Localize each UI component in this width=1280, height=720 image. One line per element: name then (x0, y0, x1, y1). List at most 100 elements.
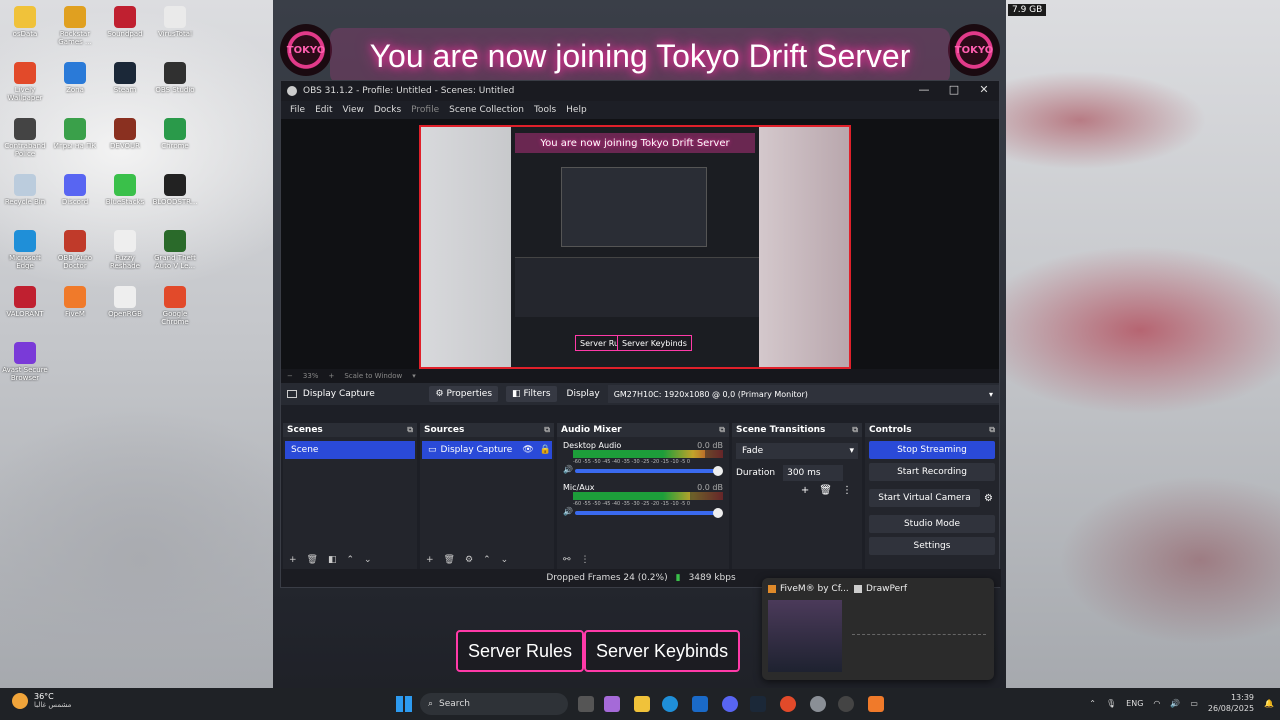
transition-select[interactable]: Fade ▾ (736, 443, 858, 459)
desktop-icon[interactable]: Zona (50, 62, 100, 102)
undock-icon[interactable]: ⧉ (719, 425, 725, 435)
minimize-button[interactable]: — (909, 83, 939, 99)
studio-mode-button[interactable]: Studio Mode (869, 515, 995, 533)
filters-button[interactable]: ◧ Filters (506, 386, 557, 402)
notification-icon[interactable]: 🔔 (1264, 699, 1274, 708)
desktop-icon[interactable]: BlueStacks (100, 174, 150, 214)
thumb-preview[interactable] (768, 600, 842, 672)
volume-slider[interactable] (575, 466, 723, 476)
desktop-icon[interactable]: Chrome (150, 118, 200, 158)
edge-icon[interactable] (662, 696, 678, 712)
thumb-title-2[interactable]: DrawPerf (854, 584, 907, 594)
desktop-icon[interactable]: osData (0, 6, 50, 46)
desktop-icon[interactable]: Rockstar Games ... (50, 6, 100, 46)
desktop-icon[interactable]: Google Chrome (150, 286, 200, 326)
search-box[interactable]: ⌕ Search (420, 693, 568, 715)
speaker-icon[interactable]: 🔊 (563, 507, 573, 516)
preview-canvas[interactable]: You are now joining Tokyo Drift Server S… (419, 125, 851, 369)
desktop-icon[interactable]: Microsoft Edge (0, 230, 50, 270)
preview-area[interactable]: You are now joining Tokyo Drift Server S… (281, 119, 999, 369)
desktop-icon[interactable]: FiveM (50, 286, 100, 326)
duration-input[interactable]: 300 ms (783, 465, 844, 481)
trash-icon[interactable]: 🗑 (307, 555, 318, 565)
desktop-icon[interactable]: OBD Auto Doctor (50, 230, 100, 270)
source-item[interactable]: ▭ Display Capture 👁 🔒 (422, 441, 552, 459)
task-view-icon[interactable] (578, 696, 594, 712)
desktop-icon[interactable]: Grand Theft Auto V Le... (150, 230, 200, 270)
properties-button[interactable]: ⚙ Properties (429, 386, 499, 402)
speaker-icon[interactable]: 🔊 (563, 465, 573, 474)
scale-to-window[interactable]: Scale to Window (344, 372, 402, 380)
server-rules-button[interactable]: Server Rules (456, 630, 585, 672)
desktop-icon[interactable]: VirusTotal (150, 6, 200, 46)
menu-item-view[interactable]: View (343, 105, 364, 115)
menu-item-help[interactable]: Help (566, 105, 587, 115)
desktop-icon[interactable]: Steam (100, 62, 150, 102)
stop-streaming-button[interactable]: Stop Streaming (869, 441, 995, 459)
arrow-down-icon[interactable]: ⌄ (501, 555, 509, 565)
server-keybinds-button[interactable]: Server Keybinds (584, 630, 741, 672)
lock-icon[interactable]: 🔒 (540, 445, 551, 455)
volume-slider[interactable] (575, 508, 723, 518)
desktop-icon[interactable]: Contraband Police (0, 118, 50, 158)
menu-item-edit[interactable]: Edit (315, 105, 332, 115)
desktop-icon[interactable]: Fuzzy Reshade 2025 (100, 230, 150, 270)
link-icon[interactable]: ⚯ (563, 555, 571, 565)
desktop-icon[interactable]: BLOODSTR... (150, 174, 200, 214)
settings-icon[interactable] (810, 696, 826, 712)
desktop-icon[interactable]: Игры на ПК (50, 118, 100, 158)
discord-icon[interactable] (722, 696, 738, 712)
menu-item-docks[interactable]: Docks (374, 105, 401, 115)
steam-icon[interactable] (750, 696, 766, 712)
taskbar-thumbnail[interactable]: FiveM® by Cf... DrawPerf (762, 578, 994, 680)
clock[interactable]: 13:39 26/08/2025 (1208, 692, 1254, 714)
add-scene-icon[interactable]: + (289, 555, 297, 565)
menu-item-profile[interactable]: Profile (411, 105, 439, 115)
chrome-icon[interactable] (780, 696, 796, 712)
fivem-taskbar-icon[interactable] (868, 696, 884, 712)
wifi-icon[interactable]: ◠ (1153, 699, 1160, 708)
obs-titlebar[interactable]: OBS 31.1.2 - Profile: Untitled - Scenes:… (281, 81, 999, 101)
battery-icon[interactable]: ▭ (1190, 699, 1198, 708)
filter-icon[interactable]: ◧ (328, 555, 337, 565)
thumb-preview-2[interactable] (852, 634, 986, 638)
undock-icon[interactable]: ⧉ (544, 425, 550, 435)
desktop-icon[interactable]: DEVOUR (100, 118, 150, 158)
start-virtual-camera-button[interactable]: Start Virtual Camera (869, 489, 981, 507)
desktop-icon[interactable]: Lively Wallpaper (0, 62, 50, 102)
outlook-icon[interactable] (692, 696, 708, 712)
trash-icon[interactable]: 🗑 (819, 485, 832, 496)
arrow-up-icon[interactable]: ⌃ (347, 555, 355, 565)
desktop-icon[interactable]: Recycle Bin (0, 174, 50, 214)
gear-icon[interactable]: ⚙ (984, 493, 993, 504)
copilot-icon[interactable] (604, 696, 620, 712)
add-source-icon[interactable]: + (426, 555, 434, 565)
zoom-dropdown-icon[interactable]: ▾ (412, 372, 416, 380)
maximize-button[interactable]: □ (939, 83, 969, 99)
language-indicator[interactable]: ENG (1126, 699, 1143, 708)
obs-taskbar-icon[interactable] (838, 696, 854, 712)
more-icon[interactable]: ⋮ (581, 555, 590, 565)
desktop-icon[interactable]: Discord (50, 174, 100, 214)
add-icon[interactable]: + (801, 485, 809, 496)
display-select[interactable]: GM27H10C: 1920x1080 @ 0,0 (Primary Monit… (607, 385, 999, 403)
desktop-icon[interactable]: Avast Secure Browser (0, 342, 50, 382)
undock-icon[interactable]: ⧉ (407, 425, 413, 435)
more-icon[interactable]: ⋮ (842, 485, 852, 496)
undock-icon[interactable]: ⧉ (989, 425, 995, 435)
eye-icon[interactable]: 👁 (522, 445, 533, 455)
scene-item[interactable]: Scene (285, 441, 415, 459)
arrow-down-icon[interactable]: ⌄ (364, 555, 372, 565)
mic-icon[interactable]: 🎙 (1106, 699, 1116, 708)
file-explorer-icon[interactable] (634, 696, 650, 712)
trash-icon[interactable]: 🗑 (444, 555, 455, 565)
gear-icon[interactable]: ⚙ (465, 555, 473, 565)
desktop-icon[interactable]: Soundpad (100, 6, 150, 46)
speaker-icon[interactable]: 🔊 (1170, 699, 1180, 708)
start-recording-button[interactable]: Start Recording (869, 463, 995, 481)
thumb-title-1[interactable]: FiveM® by Cf... (768, 584, 849, 594)
desktop-icon[interactable]: VALORANT (0, 286, 50, 326)
weather-widget[interactable]: 36°C مشمس غالبا (12, 692, 71, 709)
windows-start-icon[interactable] (396, 696, 412, 712)
tray-expand-icon[interactable]: ⌃ (1089, 699, 1096, 708)
